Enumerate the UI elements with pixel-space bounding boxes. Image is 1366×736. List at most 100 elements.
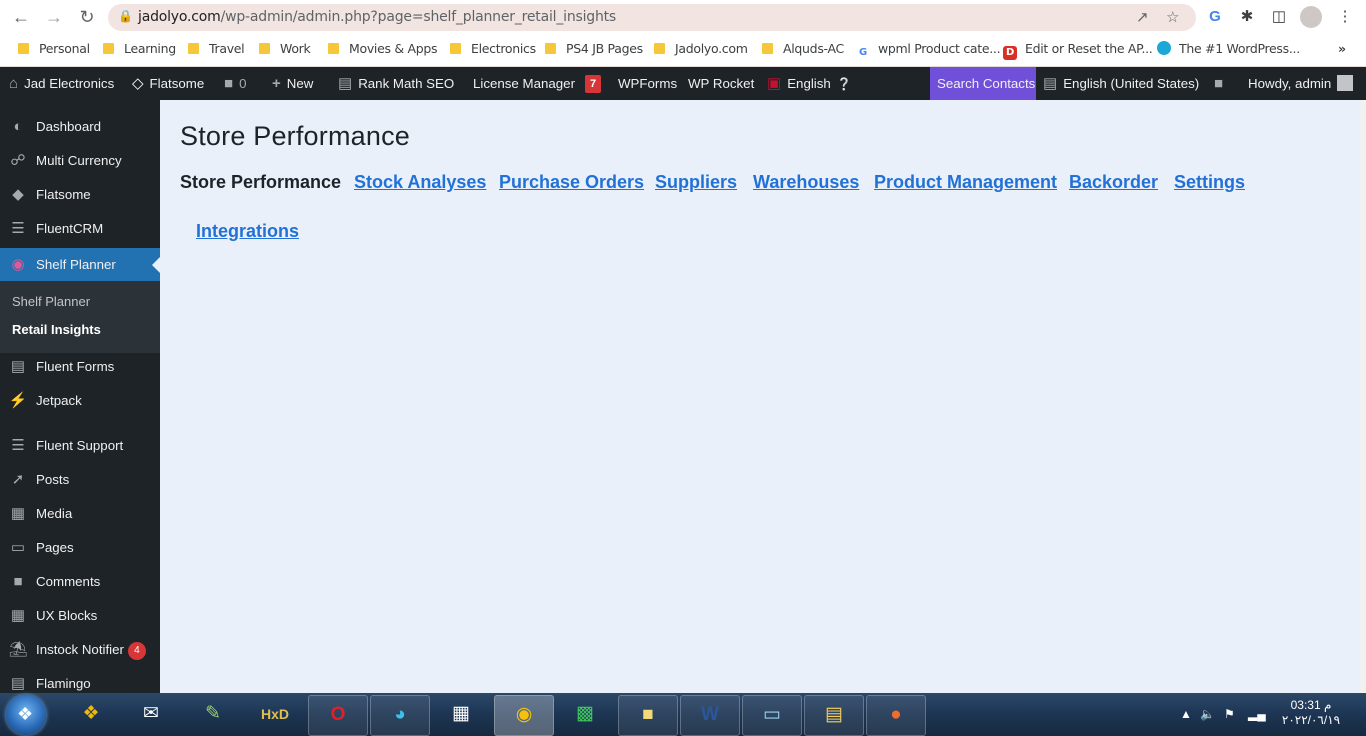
- uk-flag-icon: ▣: [767, 75, 782, 92]
- start-button[interactable]: ❖: [6, 695, 46, 735]
- bookmark-folder[interactable]: Alquds-AC: [762, 41, 844, 59]
- flatsome-link[interactable]: ◇ Flatsome: [132, 67, 204, 100]
- bookmark-folder[interactable]: PS4 JB Pages: [545, 41, 643, 59]
- folder-icon: [103, 43, 114, 54]
- tab-product-management[interactable]: Product Management: [874, 172, 1057, 193]
- menu-item-fluent-forms[interactable]: ▤ Fluent Forms: [0, 350, 160, 384]
- count-badge: 4: [127, 642, 146, 660]
- notes-icon[interactable]: ■: [1214, 67, 1229, 100]
- sticky-notes-app-icon[interactable]: ■: [618, 695, 678, 736]
- comments-link[interactable]: ■ 0: [224, 67, 246, 100]
- bookmark-folder[interactable]: Personal: [18, 41, 90, 59]
- bookmark-folder[interactable]: Movies & Apps: [328, 41, 438, 59]
- volume-icon[interactable]: 🔈: [1200, 693, 1215, 736]
- tab-backorder[interactable]: Backorder: [1069, 172, 1158, 193]
- flag-icon[interactable]: ⚑: [1224, 693, 1235, 736]
- submenu-item-retail-insights[interactable]: Retail Insights: [12, 322, 101, 337]
- submenu-shelf-planner: Shelf Planner Retail Insights: [0, 281, 160, 353]
- site-name-link[interactable]: ⌂ Jad Electronics: [9, 67, 114, 100]
- notification-badge[interactable]: 7: [585, 67, 602, 100]
- bookmark-link[interactable]: The #1 WordPress...: [1157, 41, 1300, 59]
- profile-avatar[interactable]: [1300, 6, 1322, 28]
- menu-item-multi-currency[interactable]: ☍ Multi Currency: [0, 144, 160, 178]
- new-content-link[interactable]: + New: [272, 67, 313, 100]
- bookmark-folder[interactable]: Travel: [188, 41, 245, 59]
- bookmark-folder[interactable]: Learning: [103, 41, 176, 59]
- calculator-app-icon[interactable]: ▦: [432, 695, 490, 734]
- tab-integrations[interactable]: Integrations: [196, 221, 299, 242]
- notepad-app-icon[interactable]: ▭: [742, 695, 802, 736]
- bookmark-link[interactable]: Gwpml Product cate...: [856, 41, 1001, 59]
- file-explorer-app-icon[interactable]: ▤: [804, 695, 864, 736]
- share-icon[interactable]: ↗: [1136, 8, 1149, 26]
- binance-app-icon[interactable]: ❖: [62, 695, 120, 734]
- tab-settings[interactable]: Settings: [1174, 172, 1245, 193]
- chrome-app-icon[interactable]: ◉: [494, 695, 554, 736]
- hxd-app-icon[interactable]: HxD: [246, 695, 304, 734]
- menu-item-dashboard[interactable]: ◐ Dashboard: [0, 110, 160, 144]
- tray-up-arrow-icon[interactable]: ▲: [1180, 693, 1192, 736]
- tab-store-performance: Store Performance: [180, 172, 342, 192]
- submenu-item-shelf-planner[interactable]: Shelf Planner: [12, 294, 90, 309]
- page-scrollbar[interactable]: [1360, 100, 1366, 693]
- menu-item-shelf-planner[interactable]: ◉ Shelf Planner: [0, 248, 160, 282]
- edge-app-icon[interactable]: ◕: [370, 695, 430, 736]
- menu-item-fluent-support[interactable]: ☰ Fluent Support: [0, 429, 160, 463]
- bookmark-folder[interactable]: Work: [259, 41, 311, 59]
- tab-stock-analyses[interactable]: Stock Analyses: [354, 172, 486, 193]
- wp-rocket-link[interactable]: WP Rocket: [688, 67, 754, 100]
- word-app-icon[interactable]: W: [680, 695, 740, 736]
- back-arrow-icon[interactable]: ←: [10, 6, 32, 28]
- tab-warehouses[interactable]: Warehouses: [753, 172, 859, 193]
- menu-item-flatsome[interactable]: ◆ Flatsome: [0, 178, 160, 212]
- star-icon[interactable]: ☆: [1166, 8, 1179, 26]
- extensions-icon[interactable]: ✱: [1236, 6, 1258, 28]
- messenger-app-icon[interactable]: ✉: [122, 695, 180, 734]
- postman-app-icon[interactable]: ●: [866, 695, 926, 736]
- menu-item-ux-blocks[interactable]: ▦ UX Blocks: [0, 599, 160, 633]
- opera-app-icon[interactable]: O: [308, 695, 368, 736]
- rank-math-icon: ▤: [338, 75, 353, 92]
- bookmark-link[interactable]: D Edit or Reset the AP...: [1003, 41, 1153, 60]
- bookmark-folder[interactable]: Jadolyo.com: [654, 41, 748, 59]
- folder-icon: [259, 43, 270, 54]
- menu-item-jetpack[interactable]: ⚡ Jetpack: [0, 384, 160, 418]
- language-switcher[interactable]: ▣ English ❔: [767, 67, 852, 100]
- comment-icon: ■: [224, 75, 234, 92]
- site-favicon-icon: D: [1003, 46, 1017, 60]
- my-account-link[interactable]: Howdy, admin: [1248, 67, 1354, 100]
- more-bookmarks-icon[interactable]: »: [1338, 41, 1346, 59]
- menu-dots-icon[interactable]: ⋮: [1334, 6, 1356, 28]
- rank-math-link[interactable]: ▤ Rank Math SEO: [338, 67, 454, 100]
- blocks-icon: ▦: [10, 607, 26, 624]
- menu-item-pages[interactable]: ▭ Pages: [0, 531, 160, 565]
- translate-icon[interactable]: G: [1204, 6, 1226, 28]
- url-text: jadolyo.com/wp-admin/admin.php?page=shel…: [138, 9, 617, 25]
- menu-item-instock-notifier[interactable]: ⛱ Instock Notifier 4: [0, 633, 160, 667]
- address-bar[interactable]: 🔒 jadolyo.com/wp-admin/admin.php?page=sh…: [108, 4, 1196, 31]
- plus-icon: +: [272, 75, 281, 92]
- menu-item-posts[interactable]: ➚ Posts: [0, 463, 160, 497]
- side-panel-icon[interactable]: ◫: [1268, 6, 1290, 28]
- menu-item-fluentcrm[interactable]: ☰ FluentCRM: [0, 212, 160, 246]
- locale-switcher[interactable]: ▤ English (United States): [1043, 67, 1199, 100]
- bookmark-folder[interactable]: Electronics: [450, 41, 536, 59]
- reload-icon[interactable]: ↻: [76, 6, 98, 28]
- system-clock[interactable]: 03:31 م ٢٠٢٢/٠٦/١٩: [1276, 698, 1346, 728]
- google-icon: G: [859, 47, 867, 58]
- forward-arrow-icon[interactable]: →: [43, 6, 65, 28]
- menu-item-media[interactable]: ▦ Media: [0, 497, 160, 531]
- browser-toolbar: ← → ↻ 🔒 jadolyo.com/wp-admin/admin.php?p…: [0, 0, 1366, 34]
- menu-item-comments[interactable]: ■ Comments: [0, 565, 160, 599]
- notepad-plus-app-icon[interactable]: ✎: [184, 695, 242, 734]
- license-manager-link[interactable]: License Manager: [473, 67, 575, 100]
- windows-logo-icon: ❖: [17, 704, 34, 724]
- tab-suppliers[interactable]: Suppliers: [655, 172, 737, 193]
- menu-item-flamingo[interactable]: ▤ Flamingo: [0, 667, 160, 693]
- search-contacts-button[interactable]: Search Contacts: [930, 67, 1036, 100]
- network-signal-icon[interactable]: ▂▄: [1248, 693, 1266, 736]
- shopping-app-icon[interactable]: ▩: [556, 695, 614, 734]
- tab-purchase-orders[interactable]: Purchase Orders: [499, 172, 644, 193]
- help-icon: ❔: [836, 77, 852, 91]
- wpforms-link[interactable]: WPForms: [618, 67, 677, 100]
